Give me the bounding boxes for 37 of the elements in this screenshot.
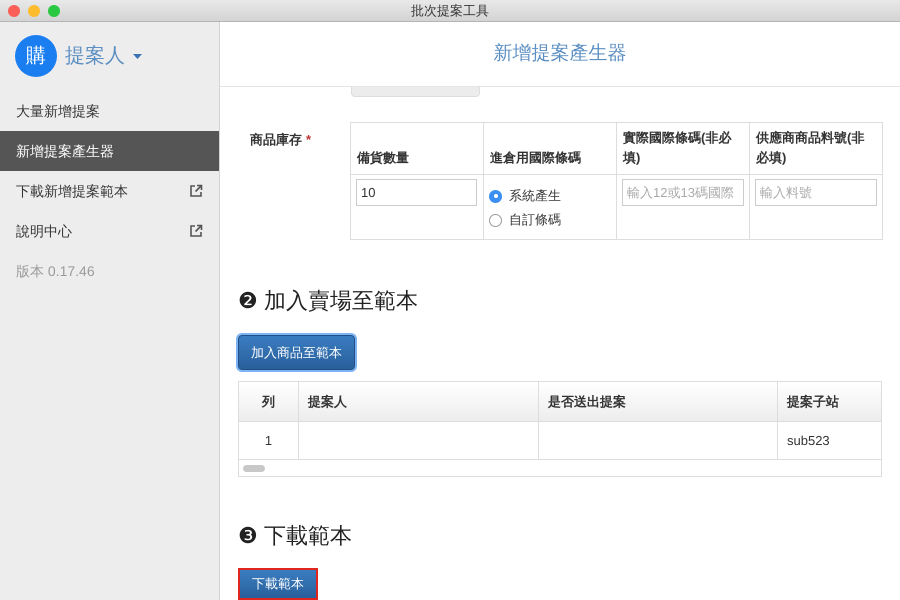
table-cell: 1	[239, 422, 299, 459]
radio-label: 自訂條碼	[509, 211, 561, 230]
column-header: 是否送出提案	[539, 382, 778, 421]
close-icon[interactable]	[8, 4, 20, 16]
caret-icon	[133, 54, 142, 58]
column-header: 進倉用國際條碼	[484, 122, 616, 174]
quantity-field[interactable]: 10	[356, 179, 477, 206]
minimize-icon[interactable]	[28, 4, 40, 16]
field-label: 商品庫存	[250, 131, 302, 149]
barcode-field[interactable]: 輸入12或13碼國際	[622, 179, 744, 206]
column-header: 列	[239, 382, 299, 421]
sidebar-item[interactable]: 大量新增提案	[0, 91, 219, 131]
section-heading: ❷ 加入賣場至範本	[238, 287, 420, 315]
download-button[interactable]: 下載範本	[238, 568, 318, 600]
column-header: 提案人	[299, 382, 539, 421]
table-cell: sub523	[778, 422, 881, 459]
window-title: 批次提案工具	[411, 2, 489, 20]
avatar: 購	[15, 35, 57, 77]
zoom-icon[interactable]	[48, 4, 60, 16]
version-text: 版本 0.17.46	[15, 262, 96, 280]
partial-button[interactable]	[351, 87, 480, 97]
sidebar-item[interactable]: 新增提案產生器	[0, 131, 219, 171]
radio-label: 系統產生	[509, 187, 561, 206]
add-product-button[interactable]: 加入商品至範本	[238, 335, 355, 370]
radio-button[interactable]	[489, 190, 502, 202]
column-header: 供應商商品料號(非必填)	[750, 122, 882, 174]
column-header: 提案子站	[778, 382, 881, 421]
radio-button[interactable]	[489, 214, 502, 226]
column-header: 備貨數量	[350, 122, 484, 174]
sidebar-item[interactable]: 下載新增提案範本	[0, 171, 219, 211]
required-mark: *	[306, 131, 312, 149]
column-header: 實際國際條碼(非必填)	[616, 122, 750, 174]
part-number-field[interactable]: 輸入料號	[755, 179, 877, 206]
page-title: 新增提案產生器	[494, 42, 626, 66]
scrollbar-thumb[interactable]	[243, 464, 265, 472]
sidebar-item[interactable]: 說明中心	[0, 211, 219, 251]
section-heading: ❸ 下載範本	[238, 522, 354, 550]
